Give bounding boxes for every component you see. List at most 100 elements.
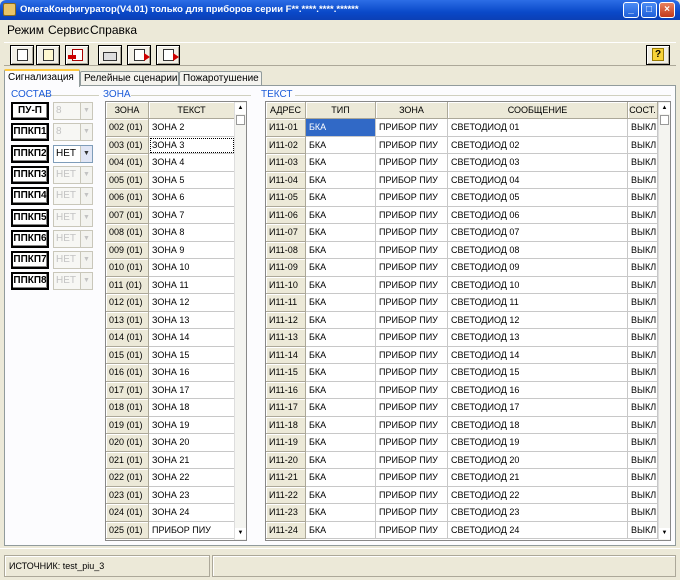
address-cell[interactable]: И11-03 (266, 154, 306, 172)
zona-number-cell[interactable]: 025 (01) (106, 521, 149, 539)
address-cell[interactable]: И11-23 (266, 504, 306, 522)
state-cell[interactable]: ВЫКЛ (628, 364, 658, 382)
zona-text-cell[interactable]: ЗОНА 8 (149, 224, 235, 242)
zona-text-cell[interactable]: ЗОНА 3 (149, 136, 235, 154)
zone-cell[interactable]: ПРИБОР ПИУ (376, 224, 448, 242)
message-cell[interactable]: СВЕТОДИОД 07 (448, 224, 628, 242)
tab-signalization[interactable]: Сигнализация (4, 69, 80, 87)
message-cell[interactable]: СВЕТОДИОД 12 (448, 311, 628, 329)
state-cell[interactable]: ВЫКЛ (628, 154, 658, 172)
device-select[interactable]: 8 ▼ (53, 123, 93, 142)
zona-text-cell[interactable]: ПРИБОР ПИУ (149, 521, 235, 539)
message-cell[interactable]: СВЕТОДИОД 13 (448, 329, 628, 347)
scroll-down-icon[interactable]: ▼ (659, 528, 670, 539)
state-cell[interactable]: ВЫКЛ (628, 469, 658, 487)
type-cell[interactable]: БКА (306, 136, 376, 154)
type-cell[interactable]: БКА (306, 189, 376, 207)
device-select[interactable]: 8 ▼ (53, 102, 93, 120)
type-cell[interactable]: БКА (306, 259, 376, 277)
zona-number-cell[interactable]: 006 (01) (106, 189, 149, 207)
zona-number-cell[interactable]: 014 (01) (106, 329, 149, 347)
zona-number-cell[interactable]: 005 (01) (106, 171, 149, 189)
type-cell[interactable]: БКА (306, 276, 376, 294)
message-cell[interactable]: СВЕТОДИОД 15 (448, 364, 628, 382)
zone-cell[interactable]: ПРИБОР ПИУ (376, 136, 448, 154)
zone-cell[interactable]: ПРИБОР ПИУ (376, 451, 448, 469)
zona-text-cell[interactable]: ЗОНА 7 (149, 206, 235, 224)
open-document-button[interactable] (36, 45, 60, 65)
device-select[interactable]: НЕТ ▼ (53, 272, 93, 291)
type-cell[interactable]: БКА (306, 241, 376, 259)
state-cell[interactable]: ВЫКЛ (628, 311, 658, 329)
zone-cell[interactable]: ПРИБОР ПИУ (376, 171, 448, 189)
address-cell[interactable]: И11-17 (266, 399, 306, 417)
state-cell[interactable]: ВЫКЛ (628, 276, 658, 294)
menu-mode[interactable]: Режим (7, 23, 44, 37)
zona-header-cell[interactable]: ЗОНА (106, 102, 149, 119)
address-cell[interactable]: И11-22 (266, 486, 306, 504)
type-cell[interactable]: БКА (306, 381, 376, 399)
address-cell[interactable]: И11-18 (266, 416, 306, 434)
address-cell[interactable]: И11-15 (266, 364, 306, 382)
state-cell[interactable]: ВЫКЛ (628, 224, 658, 242)
zona-number-cell[interactable]: 012 (01) (106, 294, 149, 312)
type-cell[interactable]: БКА (306, 294, 376, 312)
zona-text-cell[interactable]: ЗОНА 14 (149, 329, 235, 347)
message-cell[interactable]: СВЕТОДИОД 14 (448, 346, 628, 364)
type-cell[interactable]: БКА (306, 504, 376, 522)
zona-number-cell[interactable]: 009 (01) (106, 241, 149, 259)
maximize-icon[interactable]: □ (641, 2, 657, 18)
zona-text-cell[interactable]: ЗОНА 17 (149, 381, 235, 399)
state-cell[interactable]: ВЫКЛ (628, 171, 658, 189)
menu-service[interactable]: Сервис (48, 23, 89, 37)
device-select[interactable]: НЕТ ▼ (53, 187, 93, 206)
type-cell[interactable]: БКА (306, 224, 376, 242)
zona-text-cell[interactable]: ЗОНА 13 (149, 311, 235, 329)
chevron-down-icon[interactable]: ▼ (80, 209, 92, 226)
zona-text-cell[interactable]: ЗОНА 10 (149, 259, 235, 277)
state-cell[interactable]: ВЫКЛ (628, 119, 658, 137)
type-cell[interactable]: БКА (306, 154, 376, 172)
zone-cell[interactable]: ПРИБОР ПИУ (376, 416, 448, 434)
zona-text-cell[interactable]: ЗОНА 21 (149, 451, 235, 469)
zona-number-cell[interactable]: 017 (01) (106, 381, 149, 399)
message-cell[interactable]: СВЕТОДИОД 23 (448, 504, 628, 522)
type-cell[interactable]: БКА (306, 469, 376, 487)
tekst-header-cell[interactable]: АДРЕС (266, 102, 306, 119)
zona-text-cell[interactable]: ЗОНА 18 (149, 399, 235, 417)
message-cell[interactable]: СВЕТОДИОД 01 (448, 119, 628, 137)
type-cell[interactable]: БКА (306, 346, 376, 364)
delete-button[interactable] (65, 45, 89, 65)
type-cell[interactable]: БКА (306, 521, 376, 539)
zona-number-cell[interactable]: 019 (01) (106, 416, 149, 434)
zone-cell[interactable]: ПРИБОР ПИУ (376, 364, 448, 382)
chevron-down-icon[interactable]: ▼ (80, 230, 92, 247)
type-cell[interactable]: БКА (306, 399, 376, 417)
zone-cell[interactable]: ПРИБОР ПИУ (376, 504, 448, 522)
zona-number-cell[interactable]: 013 (01) (106, 311, 149, 329)
address-cell[interactable]: И11-24 (266, 521, 306, 539)
address-cell[interactable]: И11-07 (266, 224, 306, 242)
device-select[interactable]: НЕТ ▼ (53, 251, 93, 270)
message-cell[interactable]: СВЕТОДИОД 09 (448, 259, 628, 277)
zona-number-cell[interactable]: 010 (01) (106, 259, 149, 277)
zona-text-cell[interactable]: ЗОНА 23 (149, 486, 235, 504)
vertical-scrollbar[interactable]: ▲ ▼ (658, 102, 670, 540)
new-document-button[interactable] (10, 45, 34, 65)
type-cell[interactable]: БКА (306, 119, 376, 137)
zona-text-cell[interactable]: ЗОНА 15 (149, 346, 235, 364)
address-cell[interactable]: И11-02 (266, 136, 306, 154)
zone-cell[interactable]: ПРИБОР ПИУ (376, 259, 448, 277)
address-cell[interactable]: И11-21 (266, 469, 306, 487)
scroll-thumb[interactable] (660, 115, 669, 125)
zona-text-cell[interactable]: ЗОНА 20 (149, 434, 235, 452)
type-cell[interactable]: БКА (306, 171, 376, 189)
zona-text-cell[interactable]: ЗОНА 11 (149, 276, 235, 294)
zone-cell[interactable]: ПРИБОР ПИУ (376, 294, 448, 312)
type-cell[interactable]: БКА (306, 434, 376, 452)
zone-cell[interactable]: ПРИБОР ПИУ (376, 206, 448, 224)
message-cell[interactable]: СВЕТОДИОД 16 (448, 381, 628, 399)
zone-cell[interactable]: ПРИБОР ПИУ (376, 311, 448, 329)
chevron-down-icon[interactable]: ▼ (80, 103, 92, 119)
zona-number-cell[interactable]: 021 (01) (106, 451, 149, 469)
